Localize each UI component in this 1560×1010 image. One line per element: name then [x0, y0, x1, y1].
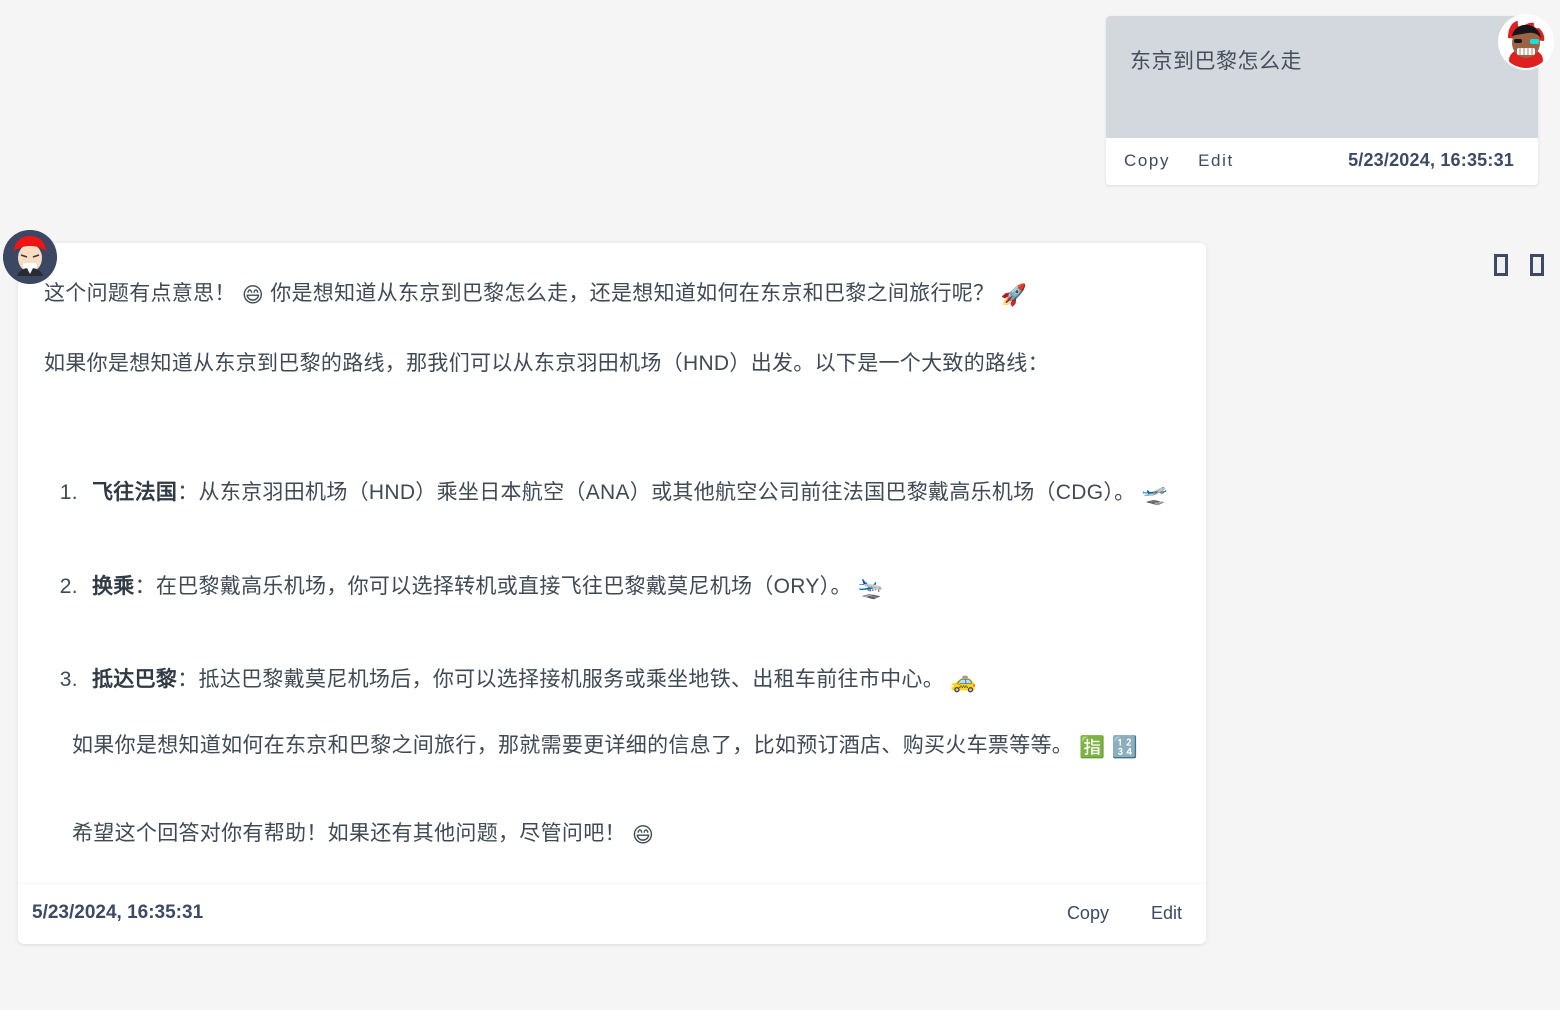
japanese-reserved-button-emoji: 🈯 [1079, 731, 1105, 765]
airplane-arrival-emoji: 🛬 [858, 572, 884, 606]
chat-conversation: 东京到巴黎怎么走 Copy Edit 5/23/2024, 16:35:31 [0, 0, 1560, 1010]
assistant-message-footer: 5/23/2024, 16:35:31 Copy Edit [18, 883, 1206, 944]
step-title: 换乘 [92, 575, 135, 598]
taxi-emoji: 🚕 [950, 665, 976, 699]
user-avatar[interactable] [1500, 16, 1552, 68]
assistant-intro-paragraph-2: 如果你是想知道从东京到巴黎的路线，那我们可以从东京羽田机场（HND）出发。以下是… [44, 347, 1182, 381]
missing-glyph-box-icon[interactable] [1494, 254, 1508, 276]
assistant-timestamp: 5/23/2024, 16:35:31 [32, 902, 203, 924]
assistant-footer-actions: Copy Edit [1067, 903, 1182, 924]
input-numbers-emoji: 🔢 [1112, 731, 1138, 765]
user-message-text: 东京到巴黎怎么走 [1130, 46, 1514, 78]
step-title: 抵达巴黎 [92, 668, 177, 691]
step-separator: ： [177, 668, 198, 691]
assistant-card-icon-group [1494, 254, 1544, 276]
step-body: 在巴黎戴高乐机场，你可以选择转机或直接飞往巴黎戴莫尼机场（ORY）。 [156, 575, 852, 598]
step-separator: ： [135, 575, 156, 598]
route-steps-list: 飞往法国：从东京羽田机场（HND）乘坐日本航空（ANA）或其他航空公司前往法国巴… [44, 476, 1182, 699]
user-timestamp: 5/23/2024, 16:35:31 [1348, 150, 1520, 171]
user-message-bubble: 东京到巴黎怎么走 [1106, 16, 1538, 138]
list-item: 飞往法国：从东京羽田机场（HND）乘坐日本航空（ANA）或其他航空公司前往法国巴… [84, 476, 1182, 512]
assistant-message-body: 这个问题有点意思！ 😄 你是想知道从东京到巴黎怎么走，还是想知道如何在东京和巴黎… [18, 243, 1206, 883]
closing-text: 希望这个回答对你有帮助！如果还有其他问题，尽管问吧！ [72, 822, 626, 845]
rocket-emoji: 🚀 [1001, 279, 1027, 313]
missing-glyph-box-icon[interactable] [1530, 254, 1544, 276]
step-body: 抵达巴黎戴莫尼机场后，你可以选择接机服务或乘坐地铁、出租车前往市中心。 [199, 668, 945, 691]
intro-text-part-1: 这个问题有点意思！ [44, 282, 236, 305]
intro-text-part-2: 你是想知道从东京到巴黎怎么走，还是想知道如何在东京和巴黎之间旅行呢？ [270, 282, 994, 305]
user-edit-button[interactable]: Edit [1198, 151, 1234, 171]
user-avatar-devil-character-icon [1500, 16, 1552, 68]
list-item: 抵达巴黎：抵达巴黎戴莫尼机场后，你可以选择接机服务或乘坐地铁、出租车前往市中心。… [84, 663, 1182, 699]
assistant-message-card: 这个问题有点意思！ 😄 你是想知道从东京到巴黎怎么走，还是想知道如何在东京和巴黎… [18, 243, 1206, 944]
step-body: 从东京羽田机场（HND）乘坐日本航空（ANA）或其他航空公司前往法国巴黎戴高乐机… [199, 481, 1136, 504]
assistant-edit-button[interactable]: Edit [1151, 903, 1182, 924]
assistant-closing-paragraph: 希望这个回答对你有帮助！如果还有其他问题，尽管问吧！ 😄 [72, 817, 1182, 853]
user-message-card: 东京到巴黎怎么走 Copy Edit 5/23/2024, 16:35:31 [1106, 16, 1538, 185]
assistant-intro-paragraph-1: 这个问题有点意思！ 😄 你是想知道从东京到巴黎怎么走，还是想知道如何在东京和巴黎… [44, 277, 1182, 313]
assistant-avatar[interactable] [3, 230, 57, 284]
assistant-avatar-red-hair-character-icon [3, 230, 57, 284]
user-copy-button[interactable]: Copy [1124, 151, 1170, 171]
list-item: 换乘：在巴黎戴高乐机场，你可以选择转机或直接飞往巴黎戴莫尼机场（ORY）。 🛬 [84, 570, 1182, 606]
grinning-face-emoji: 😄 [632, 819, 654, 853]
step-separator: ： [177, 481, 198, 504]
grinning-face-emoji: 😄 [242, 279, 264, 313]
assistant-copy-button[interactable]: Copy [1067, 903, 1109, 924]
note-text: 如果你是想知道如何在东京和巴黎之间旅行，那就需要更详细的信息了，比如预订酒店、购… [72, 734, 1073, 757]
airplane-departure-emoji: 🛫 [1142, 478, 1168, 512]
user-message-footer: Copy Edit 5/23/2024, 16:35:31 [1106, 138, 1538, 185]
user-message-row: 东京到巴黎怎么走 Copy Edit 5/23/2024, 16:35:31 [1106, 16, 1538, 185]
assistant-note-paragraph: 如果你是想知道如何在东京和巴黎之间旅行，那就需要更详细的信息了，比如预订酒店、购… [72, 729, 1182, 765]
step-title: 飞往法国 [92, 481, 177, 504]
